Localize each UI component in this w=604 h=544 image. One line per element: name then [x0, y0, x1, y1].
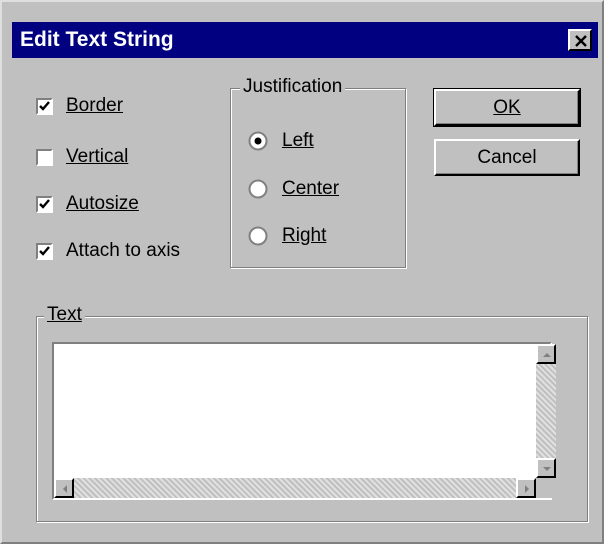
vertical-label: Vertical — [66, 146, 129, 167]
justification-legend: Justification — [240, 76, 346, 98]
right-radio[interactable]: Right — [248, 224, 398, 252]
autosize-label: Autosize — [66, 193, 139, 214]
right-label: Right — [282, 225, 327, 246]
close-button[interactable] — [568, 29, 592, 51]
left-radio[interactable]: Left — [248, 129, 398, 157]
scroll-up-button[interactable] — [536, 344, 556, 364]
checkmark-icon — [39, 101, 50, 111]
checkmark-icon — [39, 199, 50, 209]
radio-empty-icon — [248, 226, 268, 246]
arrow-left-icon — [63, 485, 67, 493]
text-input[interactable] — [52, 342, 552, 500]
vertical-checkbox[interactable]: Vertical — [36, 145, 226, 173]
edit-text-string-dialog: Edit Text String Border Vertical Autosiz… — [0, 0, 604, 544]
radio-empty-icon — [248, 179, 268, 199]
cancel-button[interactable]: Cancel — [434, 139, 580, 176]
radio-selected-icon — [248, 131, 268, 151]
border-label: Border — [66, 95, 124, 116]
scroll-right-button[interactable] — [516, 478, 536, 498]
cancel-button-label: Cancel — [477, 147, 537, 168]
autosize-checkbox[interactable]: Autosize — [36, 192, 226, 220]
ok-button-label: OK — [493, 97, 521, 118]
horizontal-scrollbar[interactable] — [54, 478, 536, 498]
vertical-checkbox-box[interactable] — [36, 149, 53, 166]
close-x-icon — [575, 35, 587, 47]
arrow-right-icon — [525, 485, 529, 493]
scrollbar-corner — [536, 478, 556, 498]
arrow-down-icon — [543, 467, 551, 471]
center-radio[interactable]: Center — [248, 177, 398, 205]
attach-to-axis-checkbox[interactable]: Attach to axis — [36, 239, 226, 267]
autosize-checkbox-box[interactable] — [36, 196, 53, 213]
dialog-title: Edit Text String — [20, 28, 174, 51]
text-legend: Text — [44, 304, 85, 326]
left-label: Left — [282, 130, 314, 151]
checkmark-icon — [39, 246, 50, 256]
title-bar[interactable]: Edit Text String — [12, 22, 598, 58]
arrow-up-icon — [543, 353, 551, 357]
ok-button[interactable]: OK — [433, 88, 581, 127]
attach-to-axis-checkbox-box[interactable] — [36, 243, 53, 260]
center-label: Center — [282, 178, 340, 199]
attach-to-axis-label: Attach to axis — [66, 240, 181, 261]
scroll-left-button[interactable] — [54, 478, 74, 498]
border-checkbox[interactable]: Border — [36, 94, 226, 122]
scroll-down-button[interactable] — [536, 458, 556, 478]
border-checkbox-box[interactable] — [36, 98, 53, 115]
